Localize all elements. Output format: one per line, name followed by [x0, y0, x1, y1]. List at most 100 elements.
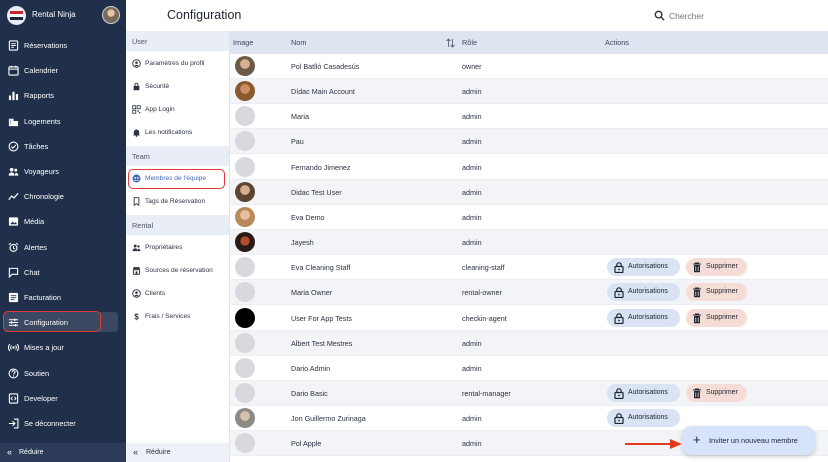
settings-item-clients[interactable]: Clients	[126, 284, 229, 304]
member-name: Albert Test Mestres	[291, 338, 353, 348]
delete-button[interactable]: Supprimer	[686, 283, 747, 302]
column-role: Rôle	[462, 38, 478, 47]
permissions-button[interactable]: Autorisations	[607, 308, 680, 327]
invite-member-button[interactable]: + Inviter un nouveau membre	[682, 426, 815, 455]
settings-item-app-login[interactable]: App Login	[126, 100, 229, 120]
settings-item-label: Propriétaires	[145, 244, 183, 251]
team-members-icon	[132, 174, 141, 183]
bell-icon	[132, 128, 141, 137]
settings-item-label: Sécurité	[145, 83, 170, 90]
delete-button[interactable]: Supprimer	[686, 383, 747, 402]
lock-icon	[614, 388, 624, 401]
table-row: Pau admin	[230, 129, 828, 155]
permissions-button[interactable]: Autorisations	[607, 283, 680, 302]
permissions-button[interactable]: Autorisations	[607, 383, 680, 402]
settings-section-user: User	[126, 31, 229, 51]
clients-icon	[132, 289, 141, 298]
member-avatar	[235, 131, 255, 152]
member-name: Dídac Main Account	[291, 87, 355, 97]
nav-item-label: Chronologie	[24, 192, 64, 202]
nav-item-configuration[interactable]: Configuration	[4, 312, 118, 333]
nav-item-logements[interactable]: Logements	[0, 111, 126, 131]
nav-item-label: Média	[24, 217, 45, 227]
member-avatar	[235, 56, 255, 76]
settings-item-proprietaires[interactable]: Propriétaires	[126, 238, 229, 258]
search-input[interactable]	[669, 11, 769, 21]
settings-item-securite[interactable]: Sécurité	[126, 77, 229, 97]
member-name: Pol Batlló Casadesús	[291, 62, 360, 71]
nav-item-alertes[interactable]: Alertes	[0, 237, 126, 257]
nav-item-media[interactable]: Média	[0, 211, 126, 231]
svg-text:$: $	[134, 313, 139, 321]
member-avatar	[235, 232, 255, 253]
member-name: Pau	[291, 137, 304, 147]
nav-collapse-button[interactable]: « Réduire	[0, 443, 126, 462]
delete-label: Supprimer	[706, 288, 738, 296]
nav-item-rapports[interactable]: Rapports	[0, 85, 126, 105]
nav-item-label: Facturation	[24, 293, 61, 302]
member-avatar	[235, 332, 255, 353]
search-box[interactable]	[652, 9, 772, 23]
member-name: Eva Demo	[291, 212, 325, 222]
delete-button[interactable]: Supprimer	[686, 308, 747, 327]
settings-item-label: Paramètres du profil	[145, 60, 205, 67]
table-row: Fernando Jimenez admin	[230, 155, 828, 180]
member-avatar	[235, 382, 255, 403]
trash-icon	[692, 388, 702, 401]
member-name: Dario Admin	[291, 363, 331, 373]
nav-item-mises-a-jour[interactable]: Mises a jour	[0, 337, 126, 357]
settings-item-membres-de-l-equipe[interactable]: Membres de l'équipe	[126, 169, 229, 189]
nav-item-se-deconnecter[interactable]: Se déconnecter	[0, 413, 126, 433]
settings-collapse-button[interactable]: « Réduire	[126, 443, 229, 462]
trash-icon	[692, 287, 702, 300]
permissions-button[interactable]: Autorisations	[607, 258, 680, 277]
brand-header: Rental Ninja	[0, 0, 126, 32]
nav-item-soutien[interactable]: Soutien	[0, 363, 126, 383]
table-header: Image Nom Rôle Actions	[230, 31, 828, 54]
nav-item-chronologie[interactable]: Chronologie	[0, 186, 126, 206]
column-name[interactable]: Nom	[291, 38, 306, 47]
sort-icon[interactable]	[446, 38, 455, 48]
nav-item-label: Se déconnecter	[24, 419, 76, 428]
store-icon	[132, 266, 141, 275]
permissions-label: Autorisations	[628, 263, 668, 271]
member-avatar	[235, 181, 255, 202]
nav-item-voyageurs[interactable]: Voyageurs	[0, 161, 126, 181]
member-role: cleaning-staff	[462, 263, 505, 273]
settings-item-sources-de-reservation[interactable]: Sources de réservation	[126, 261, 229, 281]
chat-icon	[8, 267, 19, 278]
nav-item-facturation[interactable]: Facturation	[0, 287, 126, 307]
settings-collapse-label: Réduire	[146, 449, 171, 456]
travellers-icon	[8, 166, 19, 177]
calendar-icon	[8, 65, 19, 76]
permissions-button[interactable]: Autorisations	[607, 409, 680, 428]
nav-item-taches[interactable]: Tâches	[0, 136, 126, 156]
profile-icon	[132, 59, 141, 68]
settings-item-parametres-du-profil[interactable]: Paramètres du profil	[126, 54, 229, 74]
delete-button[interactable]: Supprimer	[686, 258, 747, 277]
nav-item-calendrier[interactable]: Calendrier	[0, 60, 126, 80]
settings-item-tags-de-reservation[interactable]: Tags de Réservation	[126, 192, 229, 212]
user-avatar[interactable]	[102, 6, 120, 24]
member-avatar	[235, 433, 255, 454]
nav-item-label: Soutien	[24, 368, 50, 378]
rental-ninja-logo	[7, 6, 26, 25]
member-role: admin	[462, 238, 482, 248]
nav-item-developer[interactable]: Developer	[0, 388, 126, 408]
invite-member-label: Inviter un nouveau membre	[709, 436, 798, 445]
member-name: Eva Cleaning Staff	[291, 263, 351, 273]
settings-item-les-notifications[interactable]: Les notifications	[126, 123, 229, 143]
member-role: rental-owner	[462, 288, 502, 298]
member-role: admin	[462, 439, 482, 449]
nav-item-label: Voyageurs	[24, 167, 59, 176]
table-row: Dídac Main Account admin	[230, 79, 828, 105]
page-title: Configuration	[167, 8, 242, 22]
owners-icon	[132, 243, 141, 252]
member-avatar	[235, 106, 255, 127]
delete-label: Supprimer	[706, 388, 738, 396]
member-avatar	[235, 81, 255, 102]
nav-item-reservations[interactable]: Réservations	[0, 35, 126, 55]
settings-item-label: Frais / Services	[145, 313, 191, 320]
settings-item-frais-services[interactable]: $ Frais / Services	[126, 307, 229, 327]
nav-item-chat[interactable]: Chat	[0, 262, 126, 282]
